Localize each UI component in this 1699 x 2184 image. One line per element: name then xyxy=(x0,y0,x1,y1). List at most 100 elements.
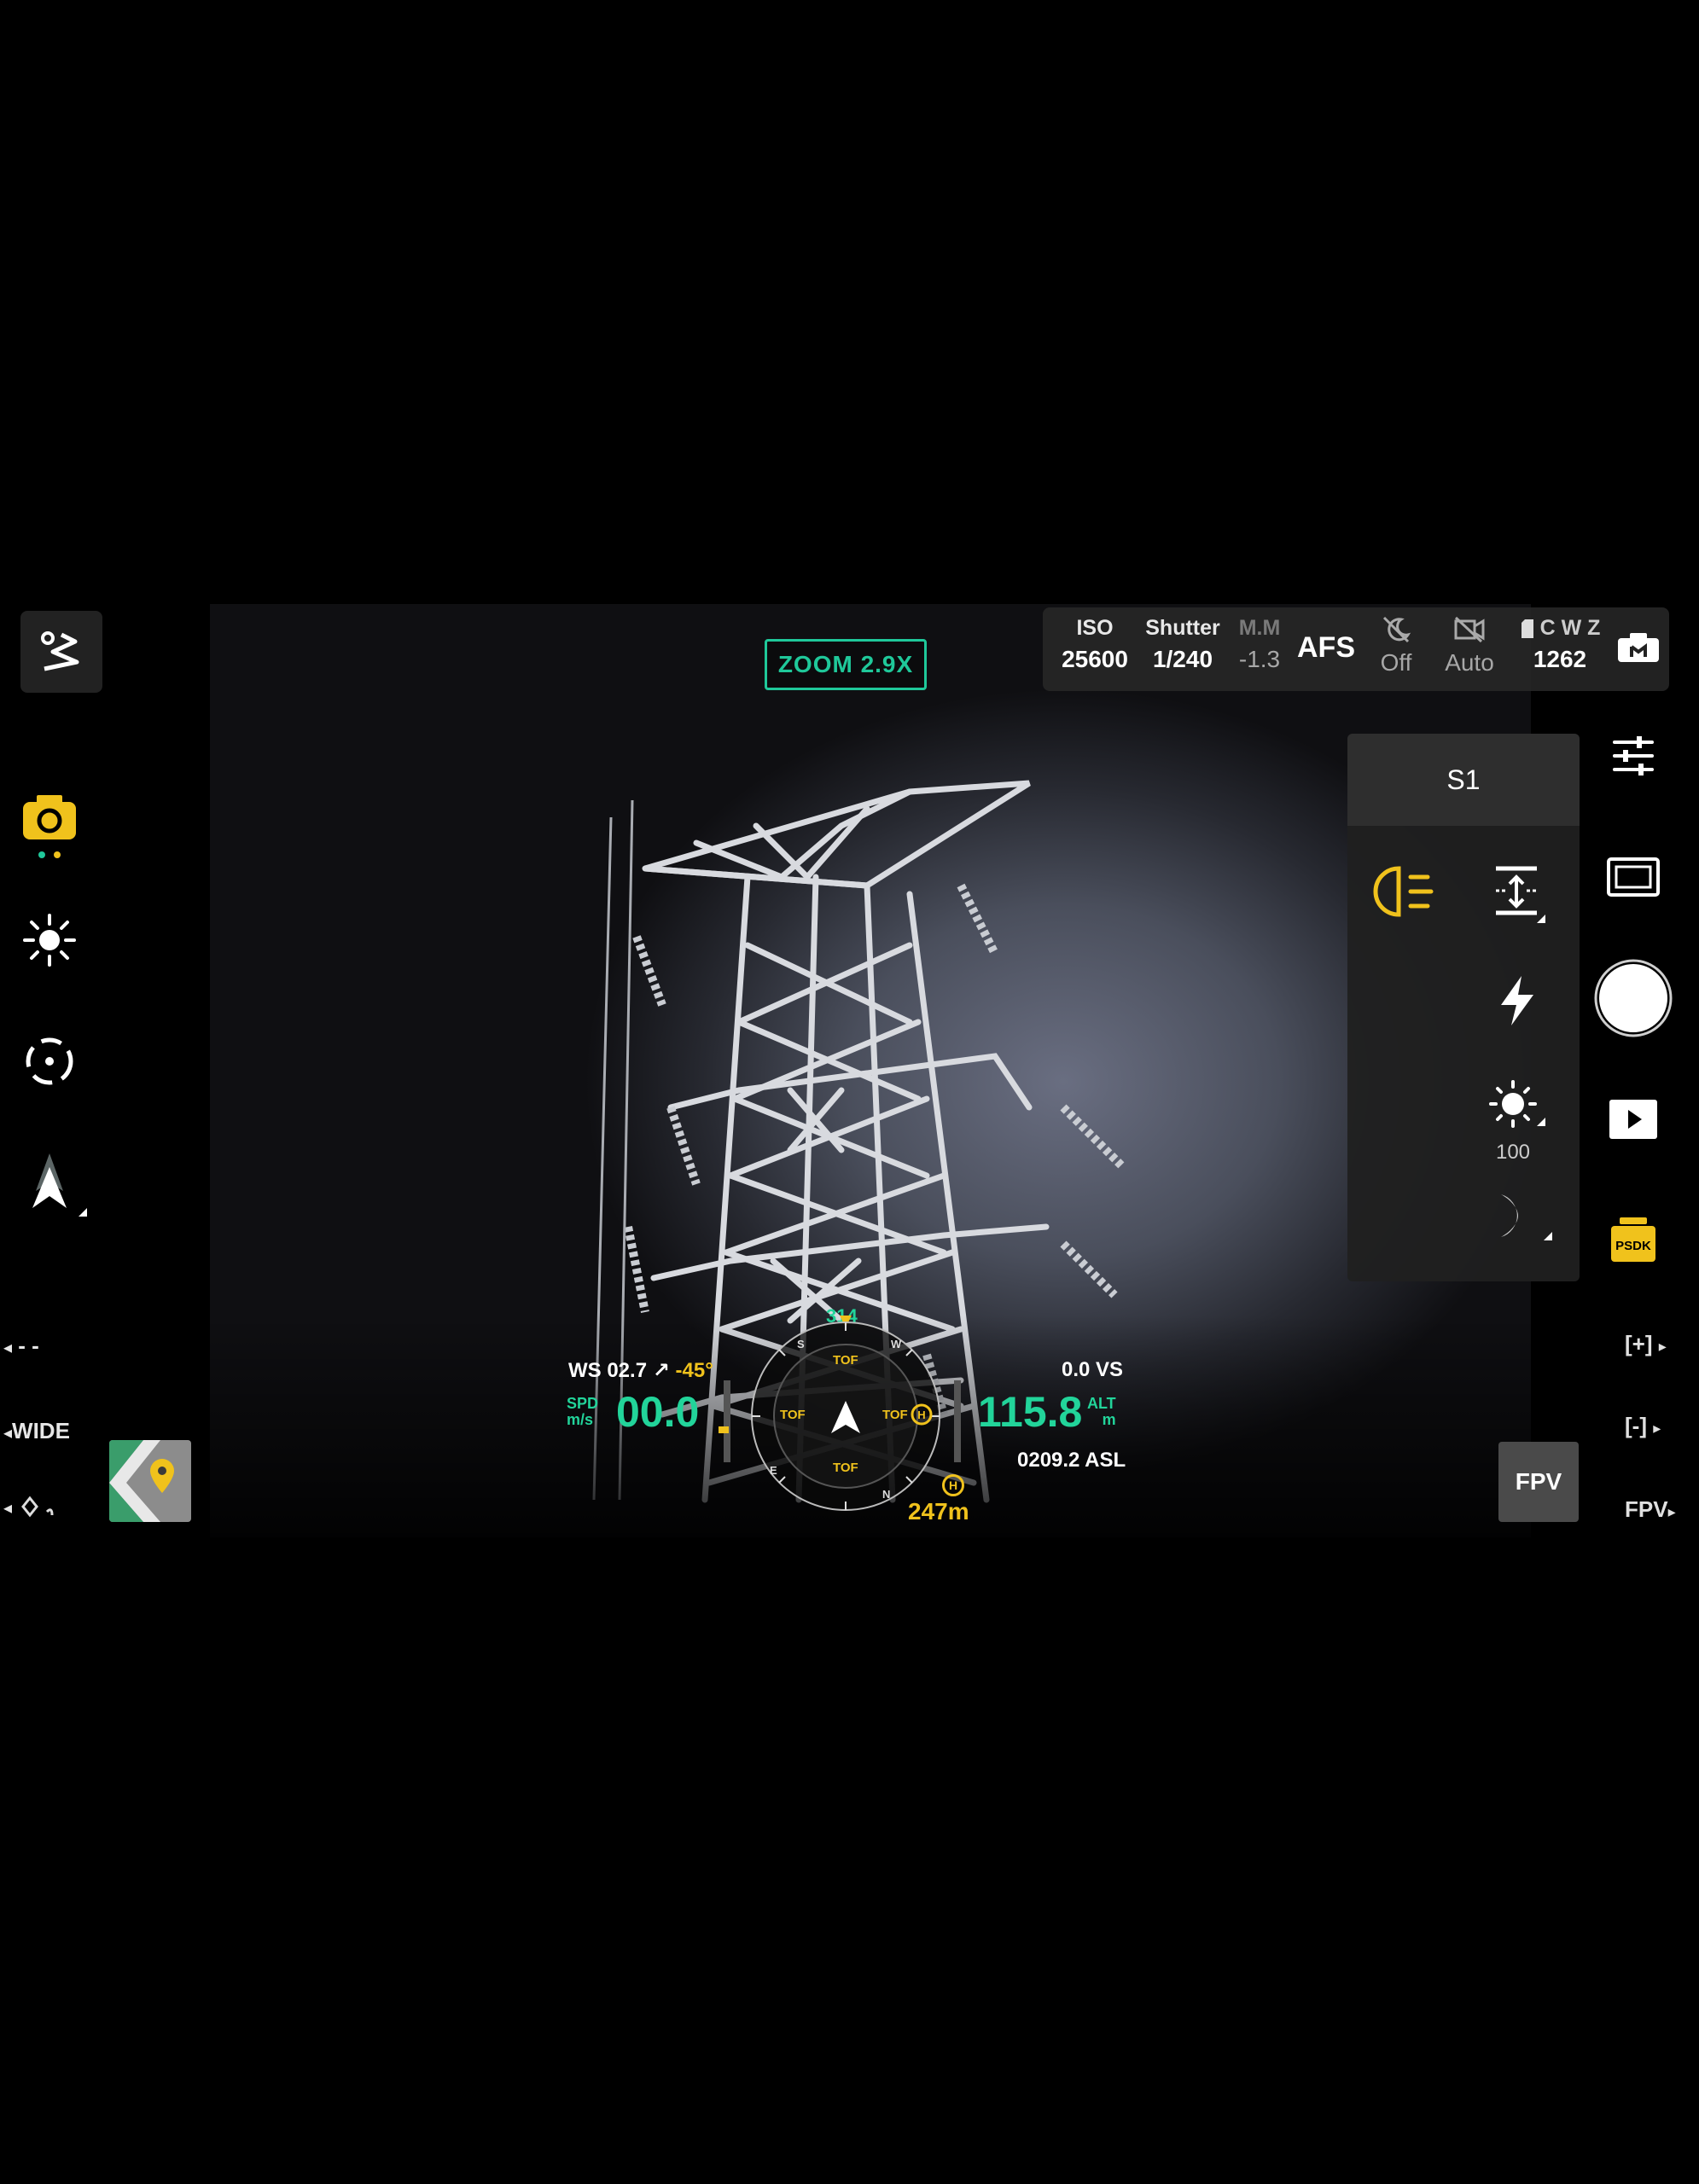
psdk-icon: PSDK xyxy=(1611,1217,1655,1262)
shutter-button-icon xyxy=(1594,959,1673,1037)
aspect-button[interactable] xyxy=(1604,848,1662,906)
target-button[interactable] xyxy=(19,1031,80,1092)
speed-value: 00.0 xyxy=(616,1388,700,1436)
brightness-value: 100 xyxy=(1495,1141,1531,1164)
home-icon: H xyxy=(942,1474,964,1496)
zoom-in-button[interactable]: [+] ▸ xyxy=(1625,1331,1667,1357)
storage-label: C W Z xyxy=(1539,616,1601,640)
svg-text:E: E xyxy=(770,1464,777,1477)
fpv-toggle[interactable]: FPV▸ xyxy=(1625,1496,1676,1523)
sun-exposure-icon xyxy=(23,914,76,967)
zoom-out-button[interactable]: [-] ▸ xyxy=(1625,1413,1661,1439)
tof-left: TOF xyxy=(780,1408,806,1422)
payload-panel: S1 100 xyxy=(1347,734,1580,1281)
camera-switch-button[interactable] xyxy=(19,787,80,860)
speed-ladder xyxy=(724,1380,730,1462)
spotlight-icon xyxy=(1373,866,1434,917)
svg-text:W: W xyxy=(891,1338,902,1350)
speed-ladder-marker xyxy=(719,1426,729,1433)
night-mode-param[interactable]: Off xyxy=(1364,616,1428,677)
altitude-value: 115.8 xyxy=(978,1388,1083,1436)
shutter-param[interactable]: Shutter 1/240 xyxy=(1142,616,1224,673)
speaker-icon xyxy=(1501,1191,1552,1240)
vertical-speed: 0.0 VS xyxy=(1062,1358,1124,1381)
psdk-button[interactable]: PSDK xyxy=(1606,1215,1661,1266)
alt-label: ALT xyxy=(1087,1395,1116,1412)
target-icon xyxy=(26,1037,73,1085)
wind-speed: WS 02.7 ↗ -45° xyxy=(568,1358,713,1383)
panel-header[interactable]: S1 xyxy=(1347,734,1580,826)
svg-text:N: N xyxy=(882,1488,890,1501)
navigation-button[interactable] xyxy=(19,1148,89,1222)
night-off-icon xyxy=(1382,616,1411,643)
altitude-ladder xyxy=(954,1380,961,1462)
map-button[interactable] xyxy=(109,1440,191,1522)
storage-value: 1262 xyxy=(1533,646,1587,672)
asl-altitude: 0209.2 ASL xyxy=(1017,1449,1126,1472)
iso-param[interactable]: ISO 25600 xyxy=(1058,616,1132,673)
camera-mode-button[interactable] xyxy=(1615,633,1662,668)
camera-mode-icon xyxy=(1618,633,1659,662)
camera-params-bar[interactable]: ISO 25600 Shutter 1/240 M.M -1.3 AFS Off… xyxy=(1043,607,1669,691)
speaker-button[interactable] xyxy=(1484,1186,1557,1254)
playback-icon xyxy=(1609,1100,1657,1139)
aspect-icon xyxy=(1607,857,1660,897)
lens-select-button[interactable]: ◂WIDE xyxy=(3,1418,70,1444)
shutter-button[interactable] xyxy=(1592,957,1674,1039)
spd-unit: m/s xyxy=(567,1411,594,1428)
home-marker: H xyxy=(917,1409,925,1421)
tof-bottom: TOF xyxy=(833,1461,858,1475)
home-distance: 247m xyxy=(908,1498,969,1525)
compass-widget[interactable]: 314 SWNE H TOF TOF TOF TOF xyxy=(741,1305,951,1519)
route-icon xyxy=(41,631,79,671)
navigation-icon xyxy=(32,1153,87,1217)
svg-text:S: S xyxy=(797,1338,805,1350)
brightness-button[interactable]: 100 xyxy=(1482,1078,1556,1172)
ev-value: -1.3 xyxy=(1238,646,1281,672)
lift-icon xyxy=(1496,866,1545,923)
exposure-button[interactable] xyxy=(19,909,80,971)
zoom-in-label: [+] xyxy=(1625,1331,1653,1356)
psdk-label: PSDK xyxy=(1615,1239,1651,1253)
lift-button[interactable] xyxy=(1487,862,1552,930)
mode-select-button[interactable]: ◂ xyxy=(3,1493,57,1520)
lens-prev-button[interactable]: ◂ - - xyxy=(3,1333,39,1359)
lens-label: WIDE xyxy=(12,1418,70,1443)
tof-top: TOF xyxy=(833,1353,858,1368)
video-param[interactable]: Auto xyxy=(1435,616,1504,677)
fpv-view-button[interactable]: FPV xyxy=(1498,1442,1579,1522)
zoom-indicator[interactable]: ZOOM 2.9X xyxy=(765,639,927,690)
storage-param[interactable]: C W Z 1262 xyxy=(1509,616,1611,673)
fpv-label: FPV xyxy=(1625,1496,1668,1522)
wind-speed-text: WS 02.7 ↗ xyxy=(568,1359,670,1382)
dashes-label: - - xyxy=(18,1333,39,1358)
strobe-icon xyxy=(1501,976,1533,1025)
video-value: Auto xyxy=(1445,649,1494,676)
sd-card-icon xyxy=(1521,619,1533,638)
route-button[interactable] xyxy=(20,611,102,693)
iso-label: ISO xyxy=(1076,616,1114,640)
settings-button[interactable] xyxy=(1604,727,1662,785)
wind-angle: -45° xyxy=(675,1359,713,1382)
zoom-out-label: [-] xyxy=(1625,1413,1647,1438)
spotlight-button[interactable] xyxy=(1373,862,1441,926)
shutter-value: 1/240 xyxy=(1152,646,1213,672)
spd-label: SPD xyxy=(567,1395,599,1412)
mm-label: M.M xyxy=(1238,616,1281,640)
video-off-icon xyxy=(1454,616,1485,643)
compass-dial: S W N E H xyxy=(751,1316,940,1511)
strobe-button[interactable] xyxy=(1489,973,1549,1032)
fpv-button-label: FPV xyxy=(1515,1468,1562,1495)
altitude-unit-label: ALT m xyxy=(1087,1396,1116,1428)
alt-unit: m xyxy=(1102,1411,1116,1428)
shutter-label: Shutter xyxy=(1145,616,1220,640)
playback-button[interactable] xyxy=(1604,1094,1662,1145)
iso-value: 25600 xyxy=(1062,646,1128,672)
night-mode-value: Off xyxy=(1380,649,1412,676)
settings-sliders-icon xyxy=(1613,736,1654,775)
ev-param[interactable]: M.M -1.3 xyxy=(1227,616,1292,673)
map-icon xyxy=(109,1440,191,1522)
focus-mode[interactable]: AFS xyxy=(1294,631,1359,665)
speed-unit-label: SPD m/s xyxy=(567,1396,598,1428)
tof-right: TOF xyxy=(882,1408,908,1422)
